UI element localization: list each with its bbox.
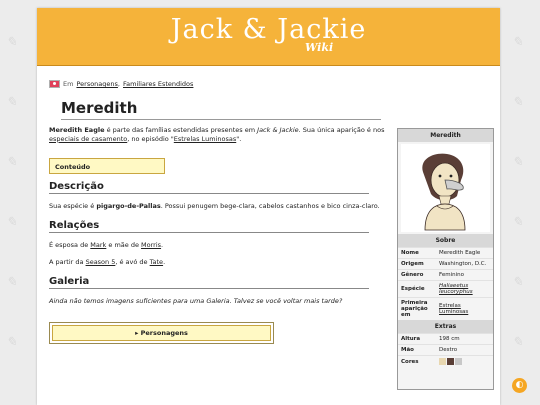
link-tate[interactable]: Tate (150, 258, 163, 266)
color-swatches (439, 358, 490, 365)
infobox-row: Origem Washington, D.C. (398, 258, 493, 269)
section-heading-galeria: Galeria (49, 276, 369, 289)
section-heading-descricao: Descrição (49, 181, 369, 194)
link-mark[interactable]: Mark (90, 241, 106, 249)
site-banner[interactable]: Jack & Jackie Wiki (37, 8, 500, 66)
background-logo-mark: ✎ (6, 215, 17, 230)
infobox-row: Gênero Feminino (398, 269, 493, 280)
relacoes-paragraph-2: A partir da Season 5, é avó de Tate. (49, 258, 166, 266)
background-logo-mark: ✎ (6, 95, 17, 110)
relacoes-paragraph-1: É esposa de Mark e mãe de Morris. (49, 241, 164, 249)
background-logo-mark: ✎ (512, 215, 523, 230)
background-logo-mark: ✎ (512, 155, 523, 170)
site-logo-sub: Wiki (305, 41, 334, 54)
infobox-row: Mão Destro (398, 344, 493, 355)
infobox-row: Primeira aparição em Estrelas Luminosas (398, 297, 493, 320)
section-heading-relacoes: Relações (49, 220, 369, 233)
species-link[interactable]: Haliaeetus leucoryphus (439, 283, 490, 295)
infobox-row: Altura 198 cm (398, 333, 493, 344)
color-swatch (439, 358, 446, 365)
navbox-toggle-button[interactable]: ▸ Personagens (52, 325, 271, 341)
infobox-row-cores: Cores (398, 355, 493, 367)
background-logo-mark: ✎ (512, 95, 523, 110)
infobox-row: Espécie Haliaeetus leucoryphus (398, 280, 493, 297)
article-page: Jack & Jackie Wiki Em Personagens, Famil… (37, 8, 500, 405)
page-title: Meredith (61, 99, 381, 120)
color-swatch (455, 358, 462, 365)
navbox-personagens: ▸ Personagens (49, 322, 274, 344)
table-of-contents-toggle[interactable]: Conteúdo (49, 158, 165, 174)
breadcrumb: Em Personagens, Familiares Estendidos (49, 80, 193, 88)
background-logo-mark: ✎ (6, 35, 17, 50)
infobox-row: Nome Meredith Eagle (398, 247, 493, 258)
link-estrelas-luminosas[interactable]: Estrelas Luminosas (174, 135, 236, 143)
background-logo-mark: ✎ (6, 275, 17, 290)
intro-paragraph: Meredith Eagle é parte das famílias este… (49, 126, 385, 143)
character-name: Meredith Eagle (49, 126, 105, 134)
link-especiais-casamento[interactable]: especiais de casamento (49, 135, 127, 143)
category-link-personagens[interactable]: Personagens (76, 80, 117, 88)
language-flag-icon[interactable] (49, 80, 60, 88)
galeria-note: Ainda não temos imagens suficientes para… (49, 297, 343, 305)
background-logo-mark: ✎ (512, 35, 523, 50)
first-appearance-link[interactable]: Estrelas Luminosas (439, 303, 490, 315)
infobox-title: Meredith (398, 129, 493, 142)
background-logo-mark: ✎ (512, 275, 523, 290)
background-logo-mark: ✎ (512, 335, 523, 350)
character-infobox: Meredith Sobre Nome Meredith Eagle Origem… (397, 128, 494, 390)
link-season-5[interactable]: Season 5 (86, 258, 116, 266)
theme-toggle-icon[interactable]: ◐ (512, 378, 527, 393)
character-portrait[interactable] (401, 144, 490, 232)
color-swatch (447, 358, 454, 365)
descricao-paragraph: Sua espécie é pigargo-de-Pallas. Possui … (49, 202, 380, 210)
infobox-section-extras: Extras (398, 320, 493, 333)
site-logo[interactable]: Jack & Jackie (37, 14, 500, 45)
eagle-character-image (422, 153, 466, 231)
background-logo-mark: ✎ (6, 335, 17, 350)
link-morris[interactable]: Morris (141, 241, 161, 249)
species-name: pigargo-de-Pallas (96, 202, 161, 210)
category-link-familiares[interactable]: Familiares Estendidos (123, 80, 193, 88)
background-logo-mark: ✎ (6, 155, 17, 170)
infobox-section-sobre: Sobre (398, 234, 493, 247)
breadcrumb-prefix: Em (63, 80, 74, 88)
